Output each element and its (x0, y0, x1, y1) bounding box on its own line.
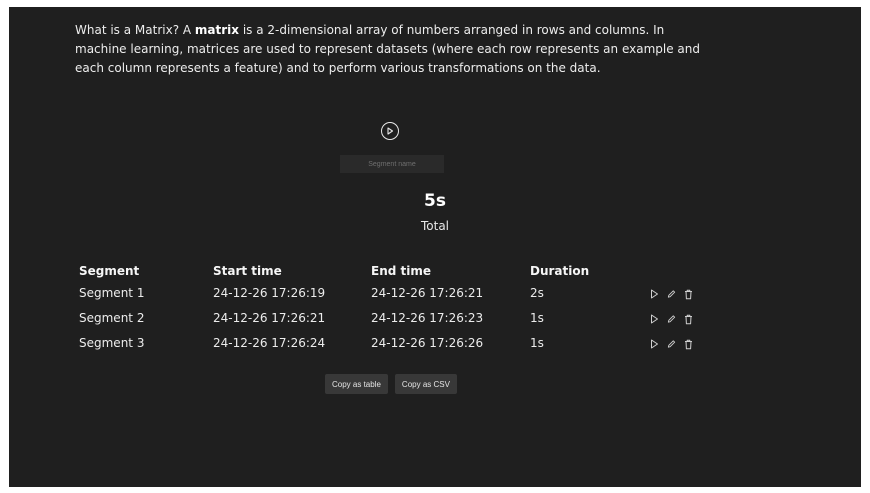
play-icon[interactable] (650, 314, 659, 325)
app-frame: What is a Matrix? A matrix is a 2-dimens… (9, 7, 861, 487)
pencil-icon[interactable] (667, 289, 676, 300)
copy-buttons: Copy as table Copy as CSV (325, 374, 457, 394)
row-actions (650, 311, 693, 327)
play-icon[interactable] (650, 339, 659, 350)
cell-duration: 1s (530, 311, 544, 325)
cell-end-time: 24-12-26 17:26:26 (371, 336, 484, 350)
header-end-time: End time (371, 264, 431, 278)
table-row: Segment 1 24-12-26 17:26:19 24-12-26 17:… (79, 286, 699, 311)
cell-duration: 2s (530, 286, 544, 300)
copy-as-csv-button[interactable]: Copy as CSV (394, 374, 457, 394)
segment-name-input[interactable] (340, 155, 444, 173)
trash-icon[interactable] (684, 314, 693, 325)
intro-paragraph: What is a Matrix? A matrix is a 2-dimens… (75, 21, 715, 78)
row-actions (650, 286, 693, 302)
header-segment: Segment (79, 264, 140, 278)
pencil-icon[interactable] (667, 314, 676, 325)
intro-bold-term: matrix (194, 23, 240, 37)
trash-icon[interactable] (684, 339, 693, 350)
total-duration-label: Total (420, 219, 450, 233)
play-triangle-icon (387, 127, 394, 135)
table-row: Segment 3 24-12-26 17:26:24 24-12-26 17:… (79, 336, 699, 361)
cell-duration: 1s (530, 336, 544, 350)
table-row: Segment 2 24-12-26 17:26:21 24-12-26 17:… (79, 311, 699, 336)
play-circle-icon[interactable] (381, 122, 399, 140)
table-header-row: Segment Start time End time Duration (79, 264, 699, 286)
cell-segment: Segment 3 (79, 336, 145, 350)
cell-segment: Segment 1 (79, 286, 145, 300)
play-icon[interactable] (650, 289, 659, 300)
intro-text-part1: What is a Matrix? A (75, 23, 195, 37)
cell-end-time: 24-12-26 17:26:21 (371, 286, 484, 300)
cell-start-time: 24-12-26 17:26:24 (213, 336, 326, 350)
pencil-icon[interactable] (667, 339, 676, 350)
copy-as-table-button[interactable]: Copy as table (325, 374, 388, 394)
cell-segment: Segment 2 (79, 311, 145, 325)
row-actions (650, 336, 693, 352)
cell-end-time: 24-12-26 17:26:23 (371, 311, 484, 325)
cell-start-time: 24-12-26 17:26:21 (213, 311, 326, 325)
header-duration: Duration (530, 264, 590, 278)
trash-icon[interactable] (684, 289, 693, 300)
segments-table: Segment Start time End time Duration Seg… (79, 264, 699, 361)
total-duration-value: 5s (424, 191, 446, 211)
header-start-time: Start time (213, 264, 282, 278)
cell-start-time: 24-12-26 17:26:19 (213, 286, 326, 300)
